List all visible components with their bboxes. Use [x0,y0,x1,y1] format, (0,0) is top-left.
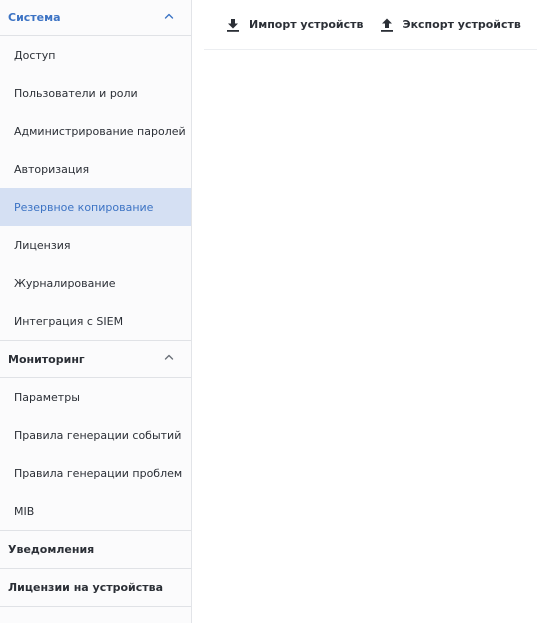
export-devices-button[interactable]: Экспорт устройств [380,13,521,37]
sidebar-section-label: Мониторинг [8,352,85,366]
main-content: Импорт устройств Экспорт устройств [192,0,537,623]
sidebar-item-label: MIB [14,504,35,518]
sidebar-item-label: Доступ [14,48,56,62]
sidebar-item-backup[interactable]: Резервное копирование [0,188,191,226]
sidebar-item-label: Резервное копирование [14,200,154,214]
sidebar-item-access[interactable]: Доступ [0,36,191,74]
sidebar-section-notifications[interactable]: Уведомления [0,531,191,569]
import-devices-button[interactable]: Импорт устройств [226,13,364,37]
chevron-up-icon[interactable] [163,351,175,363]
sidebar-item-label: Интеграция с SIEM [14,314,124,328]
sidebar-item-label: Журналирование [14,276,116,290]
sidebar-group-system: Доступ Пользователи и роли Администриров… [0,36,191,341]
sidebar-item-mib[interactable]: MIB [0,492,191,530]
sidebar-item-siem[interactable]: Интеграция с SIEM [0,302,191,340]
sidebar-item-event-rules[interactable]: Правила генерации событий [0,416,191,454]
sidebar-item-users-roles[interactable]: Пользователи и роли [0,74,191,112]
sidebar-item-label: Правила генерации событий [14,428,182,442]
app-window: Система Доступ Пользователи и роли Админ… [0,0,537,623]
sidebar-section-label: Система [8,11,61,24]
sidebar-section-system[interactable]: Система [0,0,191,36]
export-devices-label: Экспорт устройств [402,18,521,31]
sidebar-item-label: Администрирование паролей [14,124,186,138]
sidebar: Система Доступ Пользователи и роли Админ… [0,0,192,623]
sidebar-item-license[interactable]: Лицензия [0,226,191,264]
sidebar-item-logging[interactable]: Журналирование [0,264,191,302]
sidebar-section-label: Уведомления [8,543,95,556]
download-icon [227,18,239,32]
import-devices-label: Импорт устройств [249,18,364,31]
sidebar-section-monitoring[interactable]: Мониторинг [0,341,191,378]
sidebar-section-label: Лицензии на устройства [8,581,164,594]
sidebar-section-device-licenses[interactable]: Лицензии на устройства [0,569,191,607]
toolbar: Импорт устройств Экспорт устройств [204,0,537,50]
sidebar-item-authorization[interactable]: Авторизация [0,150,191,188]
sidebar-item-label: Правила генерации проблем [14,466,183,480]
upload-icon [380,18,393,32]
sidebar-group-monitoring: Параметры Правила генерации событий Прав… [0,378,191,531]
chevron-up-icon[interactable] [163,10,175,22]
sidebar-item-password-admin[interactable]: Администрирование паролей [0,112,191,150]
sidebar-item-problem-rules[interactable]: Правила генерации проблем [0,454,191,492]
sidebar-item-label: Лицензия [14,238,71,252]
sidebar-item-parameters[interactable]: Параметры [0,378,191,416]
sidebar-item-label: Авторизация [14,162,90,176]
sidebar-item-label: Пользователи и роли [14,86,138,100]
sidebar-item-label: Параметры [14,390,80,404]
